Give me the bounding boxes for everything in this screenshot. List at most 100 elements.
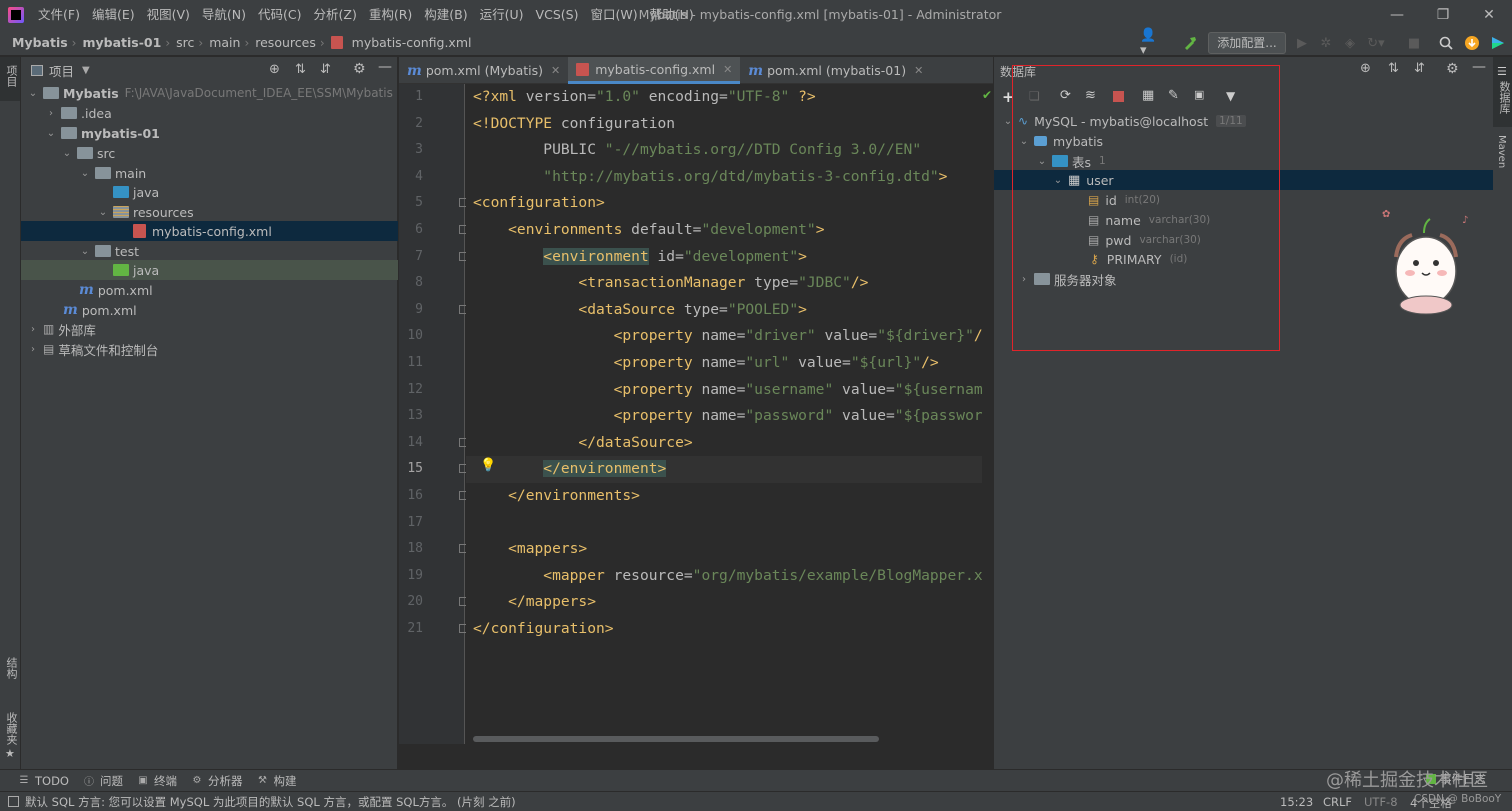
structure-tool-tab[interactable]: 结构	[3, 657, 19, 679]
code-line[interactable]: </environments>	[473, 483, 640, 510]
code-line[interactable]: "http://mybatis.org/dtd/mybatis-3-config…	[473, 164, 947, 191]
favorites-tool-tab[interactable]: 收藏夹	[3, 712, 19, 745]
user-icon[interactable]: 👤▾	[1140, 28, 1160, 58]
breadcrumb-main[interactable]: main	[203, 35, 244, 50]
menu-analyze[interactable]: 分析(Z)	[308, 0, 363, 30]
debug-icon[interactable]: ✲	[1316, 33, 1336, 53]
file-encoding[interactable]: UTF-8	[1364, 795, 1398, 809]
menu-navigate[interactable]: 导航(N)	[196, 0, 252, 30]
code-line[interactable]: <property name="password" value="${passw…	[473, 403, 982, 430]
tree-item-resources[interactable]: ⌄ resources	[21, 202, 398, 222]
profiler-tool-tab[interactable]: ⚙ 分析器	[191, 773, 243, 789]
code-line[interactable]: </dataSource>	[473, 430, 692, 457]
code-line[interactable]: <property name="driver" value="${driver}…	[473, 323, 982, 350]
build-tool-tab[interactable]: ⚒ 构建	[256, 773, 296, 789]
breadcrumb-resources[interactable]: resources	[249, 35, 320, 50]
tree-item-pom-module[interactable]: m pom.xml	[21, 280, 398, 300]
gear-icon[interactable]: ⚙	[1446, 61, 1459, 77]
code-line[interactable]: </configuration>	[473, 616, 614, 643]
terminal-tool-tab[interactable]: ▣ 终端	[137, 773, 177, 789]
chevron-down-icon[interactable]: ▼	[82, 65, 90, 76]
coverage-icon[interactable]: ◈	[1340, 33, 1360, 53]
profile-icon[interactable]: ↻▾	[1366, 33, 1386, 53]
editor-vertical-scrollbar[interactable]: ✔	[982, 84, 993, 744]
code-line[interactable]: <transactionManager type="JDBC"/>	[473, 270, 868, 297]
code-line[interactable]: <dataSource type="POOLED">	[473, 297, 806, 324]
breadcrumb-module[interactable]: mybatis-01	[76, 35, 165, 50]
stop-icon[interactable]: ■	[1404, 33, 1424, 53]
run-icon[interactable]: ▶	[1292, 33, 1312, 53]
breadcrumb-project[interactable]: Mybatis	[0, 35, 72, 50]
tab-pom-mybatis[interactable]: m pom.xml (Mybatis) ✕	[399, 57, 568, 84]
code-line[interactable]: </mappers>	[473, 589, 596, 616]
close-tab-icon[interactable]: ✕	[551, 64, 560, 77]
editor-horizontal-scrollbar[interactable]	[473, 736, 879, 742]
tree-item-main[interactable]: ⌄ main	[21, 163, 398, 183]
add-configuration-button[interactable]: 添加配置...	[1208, 32, 1286, 54]
code-line[interactable]: <?xml version="1.0" encoding="UTF-8" ?>	[473, 84, 816, 111]
update-icon[interactable]	[1462, 33, 1482, 53]
maven-tool-tab[interactable]: Maven	[1496, 135, 1507, 168]
status-message[interactable]: 默认 SQL 方言: 您可以设置 MySQL 为此项目的默认 SQL 方言，或配…	[25, 794, 516, 810]
menu-edit[interactable]: 编辑(E)	[86, 0, 141, 30]
tree-item-external-libs[interactable]: › ▥ 外部库	[21, 319, 398, 339]
tree-item-test-java[interactable]: java	[21, 260, 398, 280]
problems-tool-tab[interactable]: ⓘ 问题	[83, 773, 123, 789]
tab-pom-mybatis-01[interactable]: m pom.xml (mybatis-01) ✕	[740, 57, 931, 84]
tree-item-mybatis-01[interactable]: ⌄ mybatis-01	[21, 123, 398, 143]
code-line[interactable]: <property name="url" value="${url}"/>	[473, 350, 939, 377]
tree-item-test[interactable]: ⌄ test	[21, 241, 398, 261]
code-editor[interactable]: <?xml version="1.0" encoding="UTF-8" ?> <…	[466, 84, 982, 744]
lightbulb-icon[interactable]: 💡	[480, 458, 496, 473]
tree-item-java[interactable]: java	[21, 182, 398, 202]
tree-item-scratches[interactable]: › ▤ 草稿文件和控制台	[21, 339, 398, 359]
locate-icon[interactable]: ⊕	[1360, 61, 1371, 76]
close-tab-icon[interactable]: ✕	[723, 63, 732, 76]
collapse-all-icon[interactable]: ⇵	[320, 62, 331, 77]
menu-code[interactable]: 代码(C)	[252, 0, 307, 30]
hide-panel-icon[interactable]: —	[1472, 59, 1486, 75]
tree-item-src[interactable]: ⌄ src	[21, 143, 398, 163]
tree-item-mybatis-config[interactable]: mybatis-config.xml	[21, 221, 398, 241]
code-line[interactable]: <configuration>	[473, 190, 605, 217]
code-line[interactable]: PUBLIC "-//mybatis.org//DTD Config 3.0//…	[473, 137, 921, 164]
tree-item-mybatis[interactable]: ⌄ Mybatis F:\JAVA\JavaDocument_IDEA_EE\S…	[21, 83, 398, 103]
gear-icon[interactable]: ⚙	[353, 61, 366, 77]
close-tab-icon[interactable]: ✕	[914, 64, 923, 77]
project-tool-tab[interactable]: 项目	[3, 65, 19, 87]
collapse-all-icon[interactable]: ⇵	[1414, 61, 1425, 76]
hide-panel-icon[interactable]: —	[378, 59, 392, 75]
code-line[interactable]: <property name="username" value="${usern…	[473, 377, 982, 404]
todo-tool-tab[interactable]: ☰ TODO	[18, 774, 69, 788]
breadcrumb-src[interactable]: src	[170, 35, 198, 50]
locate-icon[interactable]: ⊕	[269, 62, 280, 77]
build-hammer-icon[interactable]	[1180, 33, 1200, 53]
line-separator[interactable]: CRLF	[1323, 795, 1352, 809]
database-tool-tab[interactable]: 数据库	[1496, 81, 1512, 114]
code-line[interactable]: <!DOCTYPE configuration	[473, 111, 675, 138]
restore-button[interactable]: ❐	[1420, 0, 1466, 30]
close-window-button[interactable]: ✕	[1466, 0, 1512, 30]
expand-all-icon[interactable]: ⇅	[295, 62, 306, 77]
minimize-button[interactable]: —	[1374, 0, 1420, 30]
code-line[interactable]: <environments default="development">	[473, 217, 824, 244]
code-line[interactable]: <mappers>	[473, 536, 587, 563]
code-line[interactable]: </environment>	[466, 456, 982, 483]
menu-view[interactable]: 视图(V)	[141, 0, 196, 30]
status-toggle-icon[interactable]	[8, 796, 19, 807]
breadcrumb-file[interactable]: mybatis-config.xml	[346, 35, 476, 50]
tree-item-pom-root[interactable]: m pom.xml	[21, 300, 398, 320]
code-line[interactable]: <mapper resource="org/mybatis/example/Bl…	[473, 563, 982, 590]
code-line[interactable]: <environment id="development">	[473, 244, 807, 271]
menu-run[interactable]: 运行(U)	[474, 0, 530, 30]
search-icon[interactable]	[1436, 33, 1456, 53]
menu-refactor[interactable]: 重构(R)	[363, 0, 418, 30]
tree-item-idea[interactable]: › .idea	[21, 103, 398, 123]
cursor-position[interactable]: 15:23	[1280, 795, 1313, 809]
tab-mybatis-config[interactable]: mybatis-config.xml ✕	[568, 57, 741, 84]
menu-file[interactable]: 文件(F)	[32, 0, 86, 30]
project-panel-title[interactable]: 项目	[49, 61, 74, 80]
jetbrains-icon[interactable]	[1488, 33, 1508, 53]
menu-build[interactable]: 构建(B)	[418, 0, 473, 30]
expand-all-icon[interactable]: ⇅	[1388, 61, 1399, 76]
